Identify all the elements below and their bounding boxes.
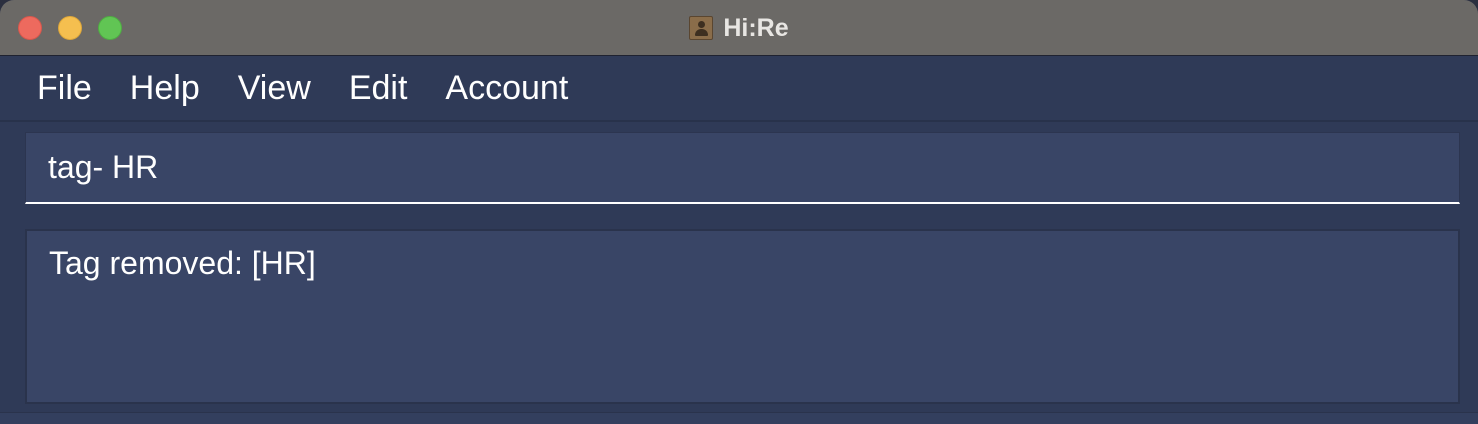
- menu-edit[interactable]: Edit: [330, 63, 427, 114]
- menu-file[interactable]: File: [18, 63, 111, 114]
- app-window: Hi:Re File Help View Edit Account Tag re…: [0, 0, 1478, 424]
- menu-view[interactable]: View: [219, 63, 330, 114]
- result-display: Tag removed: [HR]: [25, 229, 1460, 404]
- result-message: Tag removed: [HR]: [49, 245, 316, 281]
- window-title-group: Hi:Re: [0, 0, 1478, 56]
- command-box: [25, 132, 1460, 204]
- contact-book-icon: [689, 16, 714, 40]
- menu-account[interactable]: Account: [426, 63, 587, 114]
- list-panel-edge: [0, 412, 1478, 424]
- window-title: Hi:Re: [723, 13, 789, 42]
- command-input[interactable]: [48, 133, 1438, 201]
- menu-help[interactable]: Help: [111, 63, 219, 114]
- menu-bar: File Help View Edit Account: [0, 56, 1478, 122]
- title-bar[interactable]: Hi:Re: [0, 0, 1478, 56]
